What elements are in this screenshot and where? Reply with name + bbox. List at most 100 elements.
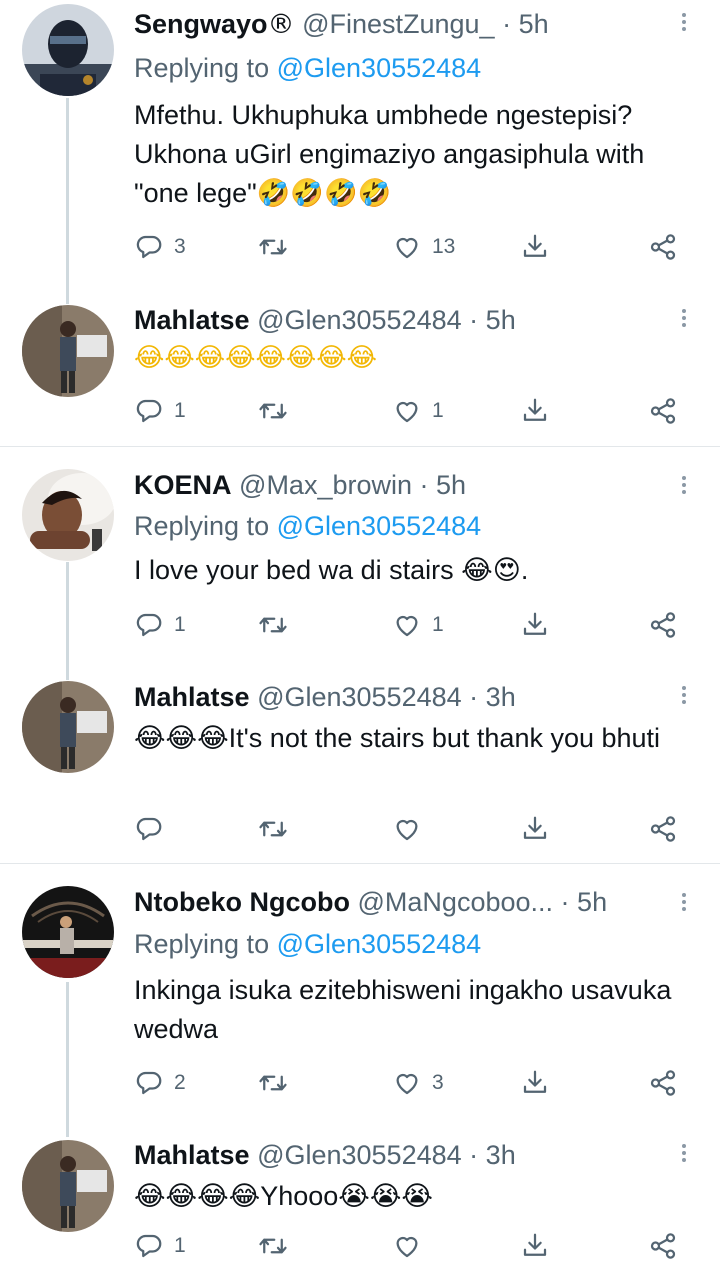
reply-button[interactable]: 1 [134, 608, 186, 642]
more-icon[interactable] [676, 10, 692, 34]
tweet-header: Ntobeko Ngcobo @MaNgcoboo... · 5h [134, 884, 607, 920]
retweet-button[interactable] [258, 812, 298, 846]
retweet-button[interactable] [258, 1066, 298, 1100]
replying-to-handle[interactable]: @Glen30552484 [277, 53, 482, 83]
tweet[interactable]: Mahlatse @Glen30552484 · 5h 😂😂😂😂😂😂😂😂 1 1 [0, 300, 720, 446]
avatar[interactable] [22, 469, 114, 561]
reply-button[interactable]: 2 [134, 1066, 186, 1100]
author-name[interactable]: Mahlatse [134, 1140, 250, 1170]
more-icon[interactable] [676, 1141, 692, 1165]
author-name[interactable]: Mahlatse [134, 682, 250, 712]
tweet-actions: 2 3 [134, 1066, 694, 1100]
avatar[interactable] [22, 1140, 114, 1232]
timestamp[interactable]: 3h [486, 682, 516, 712]
like-button[interactable] [392, 1229, 432, 1263]
author-name[interactable]: Sengwayo [134, 9, 268, 39]
retweet-button[interactable] [258, 608, 298, 642]
reply-button[interactable] [134, 812, 174, 846]
separator-dot: · [560, 887, 570, 917]
more-icon[interactable] [676, 683, 692, 707]
retweet-icon [259, 1075, 287, 1091]
share-button[interactable] [648, 812, 678, 846]
tweet-actions: 1 [134, 1229, 694, 1263]
retweet-icon [259, 403, 287, 419]
download-icon [523, 816, 547, 839]
like-count: 3 [432, 1071, 444, 1094]
share-button[interactable] [648, 230, 678, 264]
share-button[interactable] [648, 608, 678, 642]
tweet[interactable]: Mahlatse @Glen30552484 · 3h 😂😂😂😂Yhooo😭😭😭… [0, 1135, 720, 1259]
avatar-image [22, 1140, 114, 1232]
like-icon [396, 1236, 418, 1258]
reply-button[interactable]: 1 [134, 394, 186, 428]
share-icon [650, 612, 676, 638]
timestamp[interactable]: 3h [486, 1140, 516, 1170]
avatar[interactable] [22, 4, 114, 96]
tweet[interactable]: Mahlatse @Glen30552484 · 3h 😂😂😂It's not … [0, 677, 720, 863]
like-icon [396, 1073, 418, 1095]
reply-count: 1 [174, 399, 186, 422]
tweet-actions: 1 1 [134, 394, 694, 428]
replying-to-handle[interactable]: @Glen30552484 [277, 929, 482, 959]
retweet-button[interactable] [258, 394, 298, 428]
reply-button[interactable]: 3 [134, 230, 186, 264]
share-icon [650, 234, 676, 260]
retweet-button[interactable] [258, 1229, 298, 1263]
timestamp[interactable]: 5h [436, 470, 466, 500]
like-button[interactable] [392, 812, 432, 846]
reply-count: 1 [174, 613, 186, 636]
like-button[interactable]: 13 [392, 230, 455, 264]
author-handle[interactable]: @Glen30552484 [257, 305, 462, 335]
author-handle[interactable]: @FinestZungu_ [302, 9, 495, 39]
avatar[interactable] [22, 305, 114, 397]
author-handle[interactable]: @Glen30552484 [257, 682, 462, 712]
tweet-actions [134, 812, 694, 846]
author-handle[interactable]: @Max_browin [239, 470, 412, 500]
replying-to-handle[interactable]: @Glen30552484 [277, 511, 482, 541]
author-name[interactable]: Mahlatse [134, 305, 250, 335]
author-handle[interactable]: @Glen30552484 [257, 1140, 462, 1170]
timestamp[interactable]: 5h [486, 305, 516, 335]
reply-count: 1 [174, 1234, 186, 1257]
tweet-text: 😂😂😂😂😂😂😂😂 [134, 338, 694, 378]
download-icon [523, 234, 547, 257]
separator-dot: · [469, 682, 479, 712]
author-handle[interactable]: @MaNgcoboo... [358, 887, 554, 917]
timestamp[interactable]: 5h [577, 887, 607, 917]
tweet[interactable]: Ntobeko Ngcobo @MaNgcoboo... · 5h Replyi… [0, 864, 720, 1135]
bookmark-button[interactable] [520, 812, 550, 846]
bookmark-button[interactable] [520, 230, 550, 264]
download-icon [523, 1233, 547, 1256]
author-name[interactable]: KOENA [134, 470, 232, 500]
timestamp[interactable]: 5h [519, 9, 549, 39]
like-icon [396, 819, 418, 841]
like-icon [396, 237, 418, 259]
like-button[interactable]: 1 [392, 394, 444, 428]
avatar[interactable] [22, 886, 114, 978]
tweet[interactable]: KOENA @Max_browin · 5h Replying to @Glen… [0, 447, 720, 677]
like-button[interactable]: 3 [392, 1066, 444, 1100]
more-icon[interactable] [676, 890, 692, 914]
replying-to-label: Replying to [134, 929, 270, 959]
like-button[interactable]: 1 [392, 608, 444, 642]
more-icon[interactable] [676, 306, 692, 330]
share-icon [650, 398, 676, 424]
bookmark-button[interactable] [520, 1229, 550, 1263]
share-button[interactable] [648, 394, 678, 428]
tweet-actions: 3 13 [134, 230, 694, 264]
share-button[interactable] [648, 1229, 678, 1263]
reply-button[interactable]: 1 [134, 1229, 186, 1263]
retweet-button[interactable] [258, 230, 298, 264]
share-button[interactable] [648, 1066, 678, 1100]
tweet[interactable]: Sengwayo® @FinestZungu_ · 5h Replying to… [0, 0, 720, 300]
retweet-icon [259, 239, 287, 255]
reply-icon [136, 399, 162, 423]
like-icon [396, 615, 418, 637]
avatar[interactable] [22, 681, 114, 773]
tweet-header: Mahlatse @Glen30552484 · 5h [134, 302, 516, 338]
bookmark-button[interactable] [520, 608, 550, 642]
bookmark-button[interactable] [520, 394, 550, 428]
bookmark-button[interactable] [520, 1066, 550, 1100]
more-icon[interactable] [676, 473, 692, 497]
author-name[interactable]: Ntobeko Ngcobo [134, 887, 350, 917]
